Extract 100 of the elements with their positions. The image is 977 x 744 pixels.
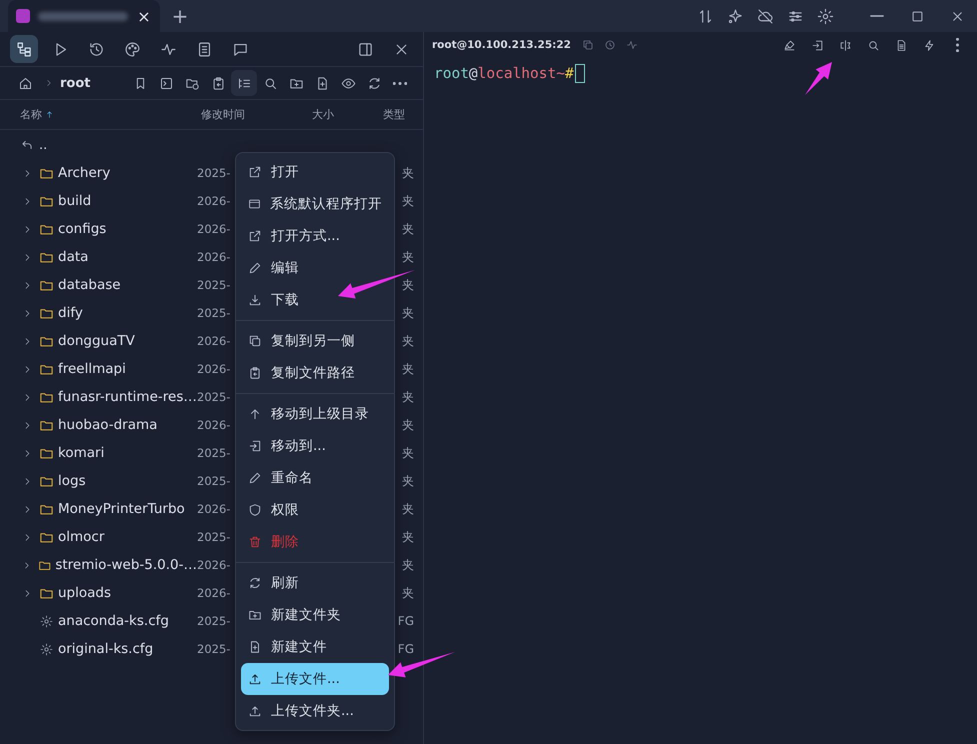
maximize-icon [910,8,924,24]
new-tab-button[interactable]: + [170,4,190,28]
external-link-icon [248,229,262,243]
file-name[interactable]: data [58,249,88,265]
close-tab-button[interactable]: × [136,6,152,26]
bolt-icon [922,38,936,52]
copy-icon [248,334,262,348]
file-name[interactable]: uploads [58,585,112,601]
clipboard-icon [210,76,226,90]
cloudoff-icon [756,8,774,24]
refresh-icon [366,76,382,90]
file-name[interactable]: huobao-drama [58,417,158,433]
pencil-icon [248,471,262,485]
file-name[interactable]: Archery [58,165,110,181]
file-type: 夹 [402,388,415,406]
modified-date: 2026- [197,334,230,348]
modified-date: 2025- [197,474,230,488]
home-icon [18,76,32,90]
menu-item[interactable]: 新建文件 [241,631,389,663]
vdots-icon [956,38,958,52]
menu-item[interactable]: 权限 [241,494,389,526]
file-type: 夹 [402,584,415,602]
file-name[interactable]: MoneyPrinterTurbo [58,501,185,517]
file-type: 夹 [402,472,415,490]
file-name[interactable]: freellmapi [58,361,126,377]
history-icon [88,40,104,58]
modified-date: 2026- [197,194,230,208]
modified-date: 2026- [197,586,230,600]
file-name[interactable]: logs [58,473,86,489]
column-header[interactable]: 修改时间 [201,107,312,122]
menu-item[interactable]: 复制到另一侧 [241,325,389,357]
app-icon [16,9,30,23]
column-header[interactable]: 类型 [383,107,405,122]
menu-item[interactable]: 上传文件... [241,663,389,695]
folder-plus-icon [248,608,262,622]
file-name[interactable]: olmocr [58,529,104,545]
file-name[interactable]: funasr-runtime-res… [58,389,197,405]
file-type: 夹 [402,248,415,266]
file-name[interactable]: stremio-web-5.0.0-… [55,557,197,573]
upload-icon [248,704,262,718]
modified-date: 2026- [197,502,230,516]
parent-dir-link[interactable]: .. [39,138,48,152]
file-name[interactable]: original-ks.cfg [58,641,154,657]
copy-icon [582,39,594,51]
palette-icon [124,40,140,58]
menu-item[interactable]: 打开 [241,156,389,188]
menu-item[interactable]: 打开方式... [241,220,389,252]
modified-date: 2025- [197,530,230,544]
prompt-user: root [434,66,469,82]
refresh-icon [248,576,262,590]
file-type: FG [398,614,415,628]
file-name[interactable]: komari [58,445,104,461]
tree-icon [16,40,32,58]
gear-icon [816,8,834,24]
minimize-icon [870,15,884,17]
file-name[interactable]: configs [58,221,106,237]
trash-icon [248,535,262,549]
shield-icon [248,503,262,517]
file-name[interactable]: build [58,193,92,209]
terminal-cursor [574,64,585,83]
menu-item[interactable]: 编辑 [241,252,389,284]
menu-item[interactable]: 新建文件夹 [241,599,389,631]
file-type: 夹 [402,528,415,546]
file-name[interactable]: anaconda-ks.cfg [58,613,169,629]
modified-date: 2025- [197,390,230,404]
modified-date: 2026- [197,222,230,236]
clipboard-icon [248,366,262,380]
gear-file-icon [40,642,53,656]
gear-file-icon [40,614,53,628]
pencil-icon [248,261,262,275]
upload-icon [248,672,262,686]
column-header[interactable]: 名称 [20,107,201,122]
sparkle-icon [726,8,744,24]
file-type: 夹 [402,360,415,378]
modified-date: 2025- [197,642,230,656]
menu-item[interactable]: 重命名 [241,462,389,494]
menu-item[interactable]: 复制文件路径 [241,357,389,389]
move-into-icon [248,439,262,453]
modified-date: 2025- [197,278,230,292]
modified-date: 2025- [197,446,230,460]
breadcrumb-path[interactable]: root [60,76,90,90]
menu-item[interactable]: 下载 [241,284,389,316]
column-header[interactable]: 大小 [312,107,383,122]
menu-item[interactable]: 上传文件夹... [241,695,389,727]
clock-icon [604,39,616,51]
file-name[interactable]: database [58,277,121,293]
list-icon [236,76,252,90]
search-icon [866,38,880,52]
menu-item[interactable]: 移动到上级目录 [241,398,389,430]
file-name[interactable]: dify [58,305,83,321]
list-view-button[interactable] [231,70,257,96]
menu-item[interactable]: 系统默认程序打开 [241,188,389,220]
session-tab[interactable]: × [8,0,160,32]
menu-item[interactable]: 刷新 [241,567,389,599]
file-type: 夹 [402,556,415,574]
split-icon [838,38,852,52]
file-type: 夹 [402,192,415,210]
menu-item[interactable]: 移动到... [241,430,389,462]
file-tree-tab[interactable] [10,35,38,63]
file-name[interactable]: dongguaTV [58,333,135,349]
